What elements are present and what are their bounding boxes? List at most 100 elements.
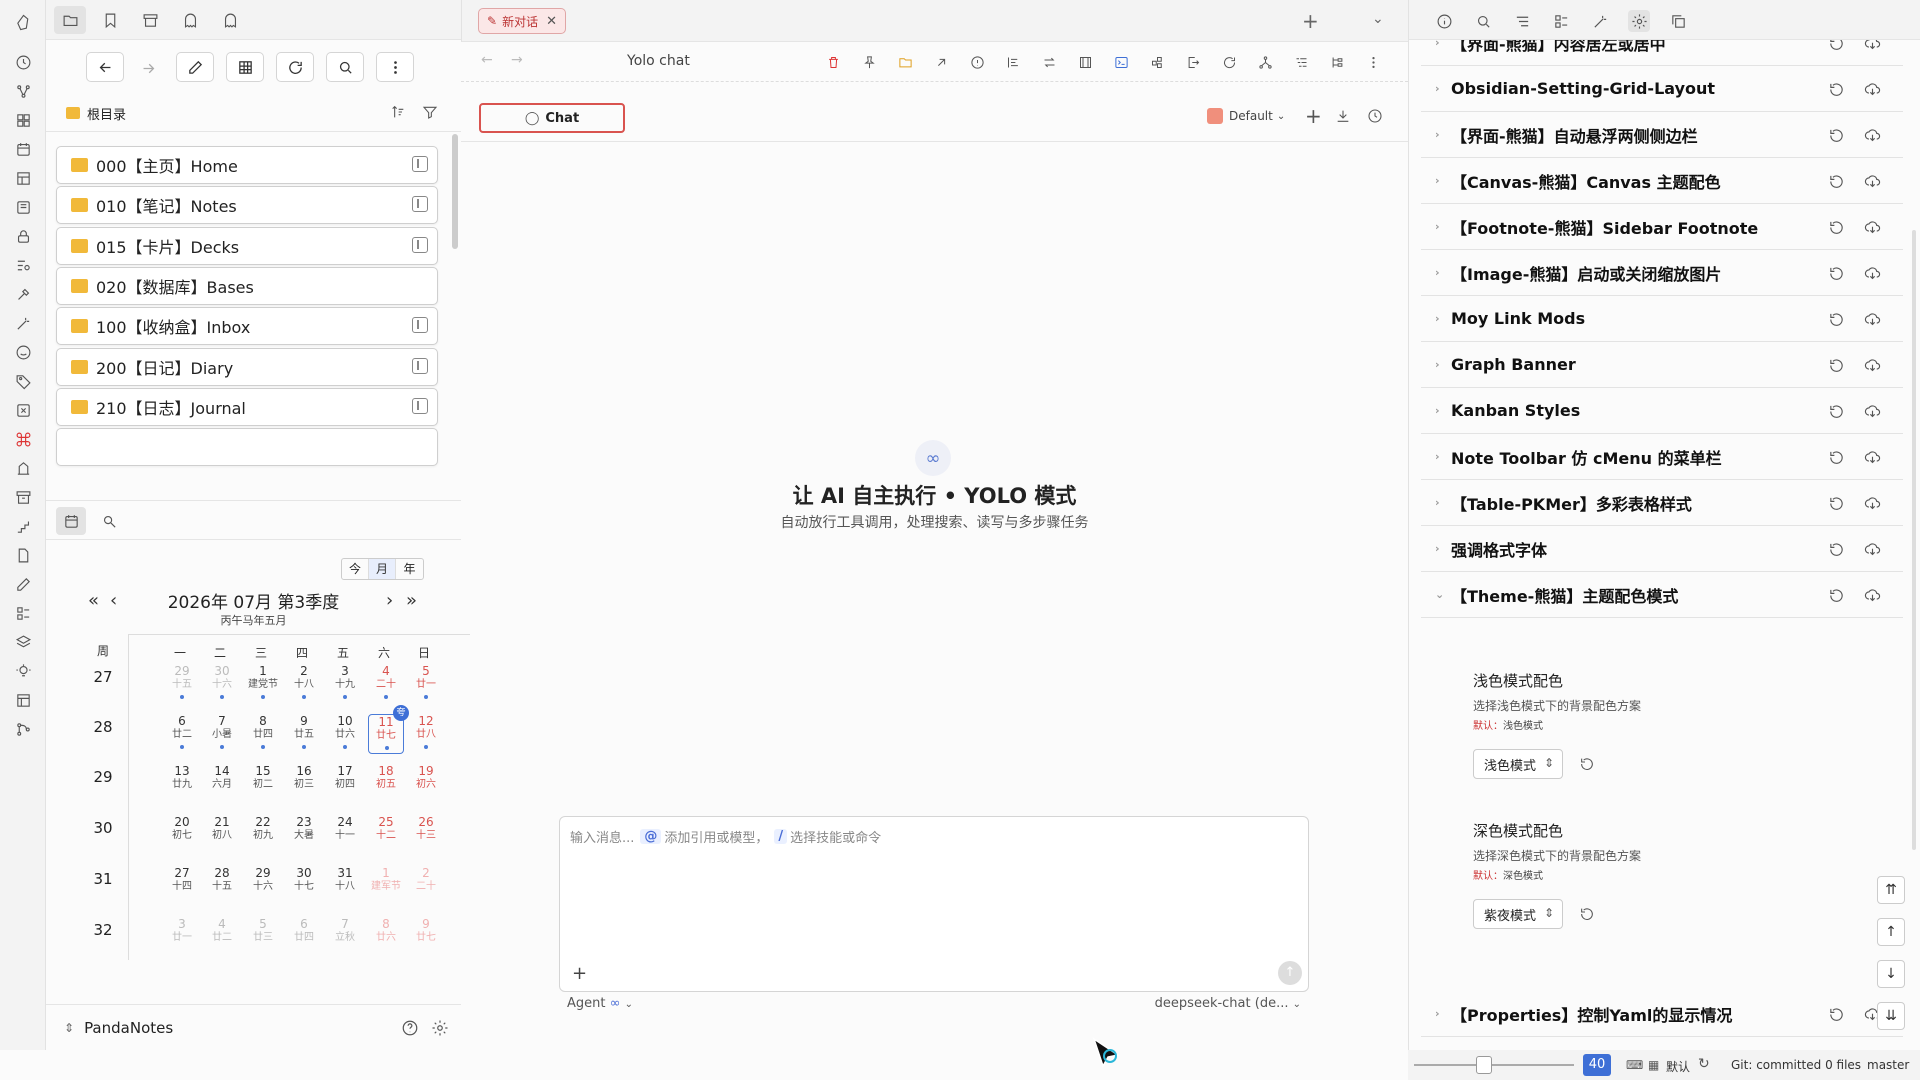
root-folder-bar[interactable]: 根目录 <box>66 100 446 126</box>
help-icon[interactable] <box>401 1019 419 1037</box>
scroll-bottom-button[interactable]: ⇊ <box>1877 1002 1905 1030</box>
reset-icon[interactable] <box>1825 446 1847 468</box>
cloud-download-icon[interactable] <box>1861 446 1883 468</box>
folder-item[interactable] <box>56 428 438 466</box>
sidebar-toggle-icon[interactable] <box>412 358 428 374</box>
settings-row[interactable]: › Obsidian-Setting-Grid-Layout <box>1421 66 1903 112</box>
tag-icon[interactable] <box>11 369 35 393</box>
calendar-day[interactable]: 27 十四 <box>164 866 200 906</box>
network-icon[interactable] <box>1255 52 1275 72</box>
layers-icon[interactable] <box>11 630 35 654</box>
chat-mode-button[interactable]: ◯ Chat <box>479 103 625 133</box>
calendar-day[interactable]: 5 廿三 <box>245 917 281 957</box>
calendar-day[interactable]: 3 廿一 <box>164 917 200 957</box>
folder-item[interactable]: 015【卡片】Decks <box>56 227 438 265</box>
new-tab-icon[interactable]: + <box>1302 9 1319 33</box>
calendar-day[interactable]: 29 十五 <box>164 664 200 704</box>
settings-row-properties[interactable]: › 【Properties】控制Yaml的显示情况 <box>1421 991 1903 1037</box>
scroll-up-button[interactable]: ↑ <box>1877 918 1905 946</box>
calendar-tab-icon[interactable] <box>56 507 86 535</box>
calendar-day[interactable]: 12 廿八 <box>408 714 444 754</box>
layout-icon[interactable]: ▦ <box>1648 1058 1659 1072</box>
reset-icon[interactable] <box>1825 124 1847 146</box>
calendar-day[interactable]: 19 初六 <box>408 764 444 804</box>
cloud-download-icon[interactable] <box>1861 492 1883 514</box>
search-button[interactable] <box>326 52 364 82</box>
command-icon[interactable] <box>11 427 35 451</box>
folder-item[interactable]: 100【收纳盒】Inbox <box>56 307 438 345</box>
settings-row[interactable]: › 【Canvas-熊猫】Canvas 主题配色 <box>1421 158 1903 204</box>
calendar-day[interactable]: 23 大暑 <box>286 815 322 855</box>
week-number[interactable]: 31 <box>86 870 120 888</box>
calendar-day[interactable]: 4 二十 <box>368 664 404 704</box>
link-search-icon[interactable] <box>94 507 124 535</box>
reset-icon[interactable] <box>1825 1003 1847 1025</box>
week-number[interactable]: 30 <box>86 819 120 837</box>
terminal-icon[interactable] <box>1111 52 1131 72</box>
settings-row[interactable]: › 【Footnote-熊猫】Sidebar Footnote <box>1421 204 1903 250</box>
calendar-day[interactable]: 4 廿二 <box>204 917 240 957</box>
calendar-day[interactable]: 6 廿二 <box>164 714 200 754</box>
trash-icon[interactable] <box>823 52 843 72</box>
calendar-day[interactable]: 16 初三 <box>286 764 322 804</box>
arrow-up-right-icon[interactable] <box>931 52 951 72</box>
cloud-download-icon[interactable] <box>1861 40 1883 54</box>
calendar-day[interactable]: 24 十一 <box>327 815 363 855</box>
folder-item[interactable]: 010【笔记】Notes <box>56 186 438 224</box>
logout-icon[interactable] <box>1183 52 1203 72</box>
calendar-day[interactable]: 7 小暑 <box>204 714 240 754</box>
align-icon[interactable] <box>1003 52 1023 72</box>
week-number[interactable]: 28 <box>86 718 120 736</box>
cloud-download-icon[interactable] <box>1861 354 1883 376</box>
calendar-day[interactable]: 1 建军节 <box>368 866 404 906</box>
calendar-day[interactable]: 3 十九 <box>327 664 363 704</box>
bookmark-icon[interactable] <box>94 6 126 34</box>
calendar-day[interactable]: 2 二十 <box>408 866 444 906</box>
month-button[interactable]: 月 <box>369 559 396 579</box>
sort-icon[interactable] <box>390 104 406 120</box>
forward-icon[interactable] <box>136 56 160 80</box>
archive-tab-icon[interactable] <box>134 6 166 34</box>
blocks-icon[interactable] <box>1147 52 1167 72</box>
cloud-download-icon[interactable] <box>1861 78 1883 100</box>
sidebar-toggle-icon[interactable] <box>412 317 428 333</box>
outline-icon[interactable] <box>1291 52 1311 72</box>
model-select[interactable]: deepseek-chat (de... ⌄ <box>1155 996 1301 1011</box>
sidebar-toggle-icon[interactable] <box>412 156 428 172</box>
steps-icon[interactable] <box>11 514 35 538</box>
git-branch[interactable]: master <box>1867 1058 1909 1072</box>
magic-wand-icon[interactable] <box>11 311 35 335</box>
sidebar-toggle-icon[interactable] <box>412 237 428 253</box>
list-icon[interactable] <box>11 601 35 625</box>
dark-mode-select[interactable]: 紫夜模式 <box>1473 899 1563 929</box>
folder-item[interactable]: 210【日志】Journal <box>56 388 438 426</box>
calendar-day[interactable]: 28 十五 <box>204 866 240 906</box>
sync-icon[interactable]: ↻ <box>1698 1056 1710 1072</box>
week-number[interactable]: 29 <box>86 768 120 786</box>
edit-icon[interactable] <box>11 572 35 596</box>
pin-icon[interactable] <box>859 52 879 72</box>
keyboard-icon[interactable]: ⌨ <box>1626 1058 1643 1072</box>
cloud-download-icon[interactable] <box>1861 538 1883 560</box>
calendar-day[interactable]: 26 十三 <box>408 815 444 855</box>
tools-icon[interactable] <box>11 282 35 306</box>
calendar-day[interactable]: 31 十八 <box>327 866 363 906</box>
reset-icon[interactable] <box>1825 492 1847 514</box>
calendar-day[interactable]: 9 廿五 <box>286 714 322 754</box>
outline-icon[interactable] <box>1511 10 1533 32</box>
attach-plus-icon[interactable]: + <box>572 963 587 984</box>
settings-row[interactable]: ⌄ 【Theme-熊猫】主题配色模式 <box>1421 572 1903 618</box>
calendar-day[interactable]: 14 六月 <box>204 764 240 804</box>
filter-icon[interactable] <box>422 104 438 120</box>
forward-icon[interactable]: → <box>511 52 523 68</box>
download-icon[interactable] <box>1335 108 1351 124</box>
reset-icon[interactable] <box>1825 354 1847 376</box>
close-icon[interactable]: ✕ <box>546 14 557 29</box>
calendar-day[interactable]: 8 廿四 <box>245 714 281 754</box>
add-icon[interactable]: + <box>1305 104 1322 128</box>
table-icon[interactable] <box>11 166 35 190</box>
info-icon[interactable] <box>967 52 987 72</box>
chevron-down-icon[interactable]: ⌄ <box>1372 11 1384 27</box>
reset-icon[interactable] <box>1825 308 1847 330</box>
grid-view-button[interactable] <box>226 52 264 82</box>
